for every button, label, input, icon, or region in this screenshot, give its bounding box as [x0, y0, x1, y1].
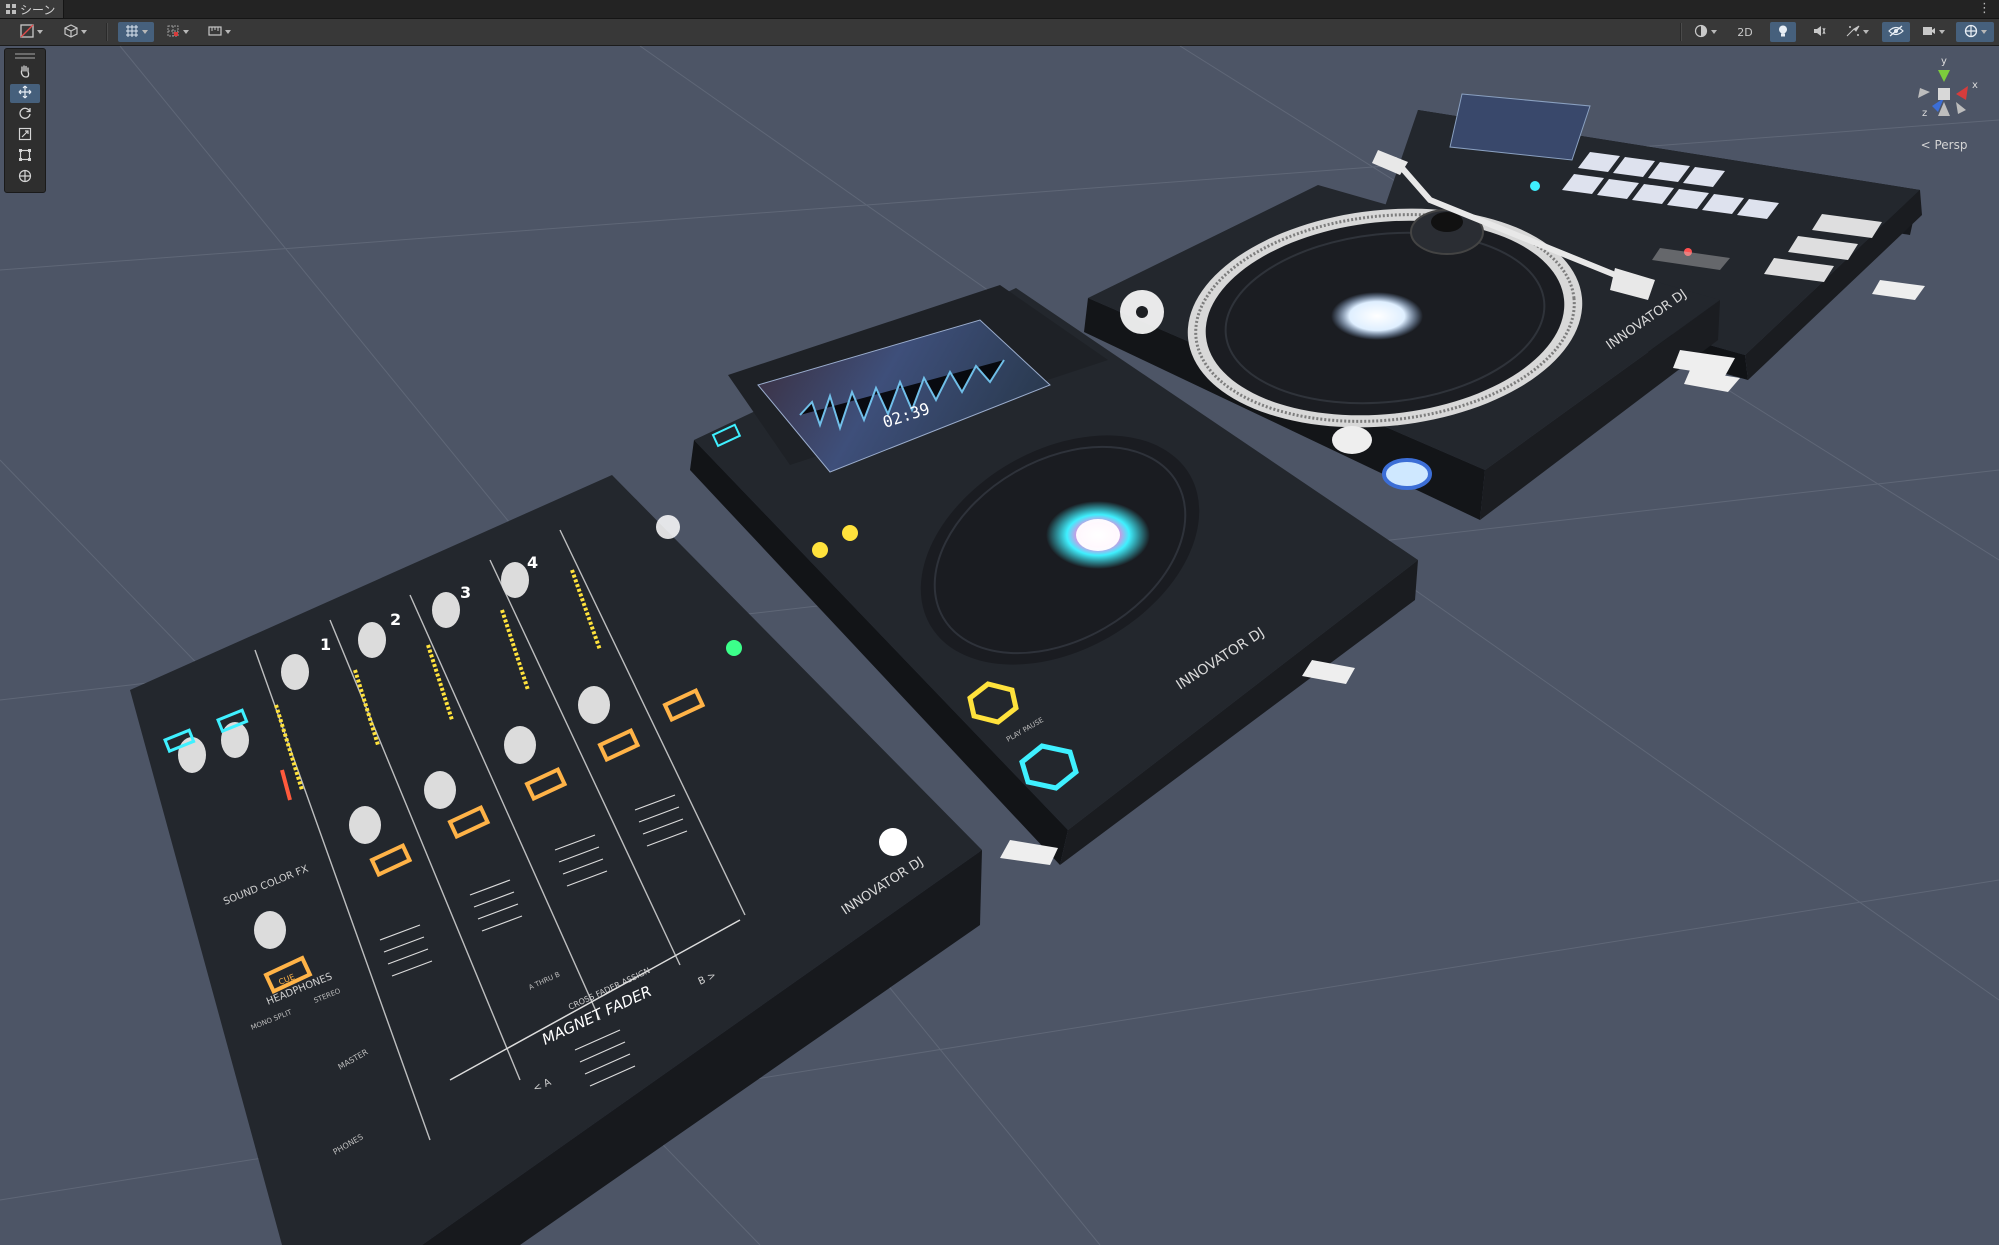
- scene-tab-label: シーン: [20, 2, 56, 17]
- window-tab-bar: シーン ⋮: [0, 0, 1999, 19]
- grid-snap-button[interactable]: [118, 22, 154, 42]
- shading-mode-icon: [1694, 24, 1708, 41]
- toolbar-divider: [106, 23, 108, 41]
- mixer-channel-3: 3: [460, 583, 471, 602]
- rect-tool[interactable]: [10, 147, 40, 166]
- camera-icon: [1922, 24, 1936, 41]
- audio-button[interactable]: [1806, 22, 1832, 42]
- shading-mode-button[interactable]: [1688, 22, 1722, 42]
- draw-mode-icon: [19, 23, 34, 41]
- toolbar-divider: [1680, 23, 1682, 41]
- panel-drag-handle[interactable]: [15, 53, 35, 55]
- orientation-icon: [63, 23, 78, 41]
- rotate-tool[interactable]: [10, 105, 40, 124]
- scene-toolbar: 2D: [0, 19, 1999, 46]
- scale-tool[interactable]: [10, 126, 40, 145]
- gizmo-y-label: y: [1941, 56, 1947, 67]
- orientation-button[interactable]: [58, 22, 92, 42]
- gizmo-z-label: z: [1922, 108, 1927, 119]
- scale-icon: [18, 126, 32, 145]
- move-tool[interactable]: [10, 84, 40, 103]
- 2d-toggle[interactable]: 2D: [1732, 22, 1758, 42]
- transform-icon: [18, 168, 32, 187]
- rotate-icon: [18, 105, 32, 124]
- snap-increment-button[interactable]: [160, 22, 194, 42]
- effects-button[interactable]: [1840, 22, 1874, 42]
- draw-mode-button[interactable]: [14, 22, 48, 42]
- gizmo-x-label: x: [1972, 80, 1978, 91]
- hidden-objects-icon: [1888, 24, 1904, 41]
- lighting-button[interactable]: [1770, 22, 1796, 42]
- snap-increment-icon: [166, 24, 180, 41]
- camera-button[interactable]: [1916, 22, 1950, 42]
- rect-icon: [18, 147, 32, 166]
- hand-icon: [18, 63, 32, 82]
- mixer-channel-2: 2: [390, 610, 401, 629]
- tools-panel: [4, 48, 46, 193]
- scene-tab[interactable]: シーン: [0, 0, 65, 18]
- more-options-icon[interactable]: ⋮: [1978, 1, 1991, 17]
- audio-icon: [1812, 24, 1826, 41]
- gizmos-icon: [1964, 24, 1978, 41]
- gizmos-button[interactable]: [1956, 22, 1994, 42]
- effects-icon: [1846, 24, 1860, 41]
- ruler-icon: [207, 24, 222, 41]
- lighting-icon: [1776, 24, 1790, 41]
- mixer-channel-1: 1: [320, 635, 331, 654]
- mixer-channel-4: 4: [527, 553, 538, 572]
- grid-icon: [6, 4, 16, 14]
- projection-toggle[interactable]: Persp: [1912, 138, 1976, 152]
- transform-tool[interactable]: [10, 168, 40, 187]
- scene-viewport[interactable]: INNOVATOR DJ 02:39 PLAY PAUSE INNOVATOR …: [0, 46, 1999, 1245]
- ruler-button[interactable]: [202, 22, 236, 42]
- hidden-objects-button[interactable]: [1882, 22, 1910, 42]
- grid-snap-icon: [125, 24, 139, 41]
- hand-tool[interactable]: [10, 63, 40, 82]
- move-icon: [18, 84, 32, 103]
